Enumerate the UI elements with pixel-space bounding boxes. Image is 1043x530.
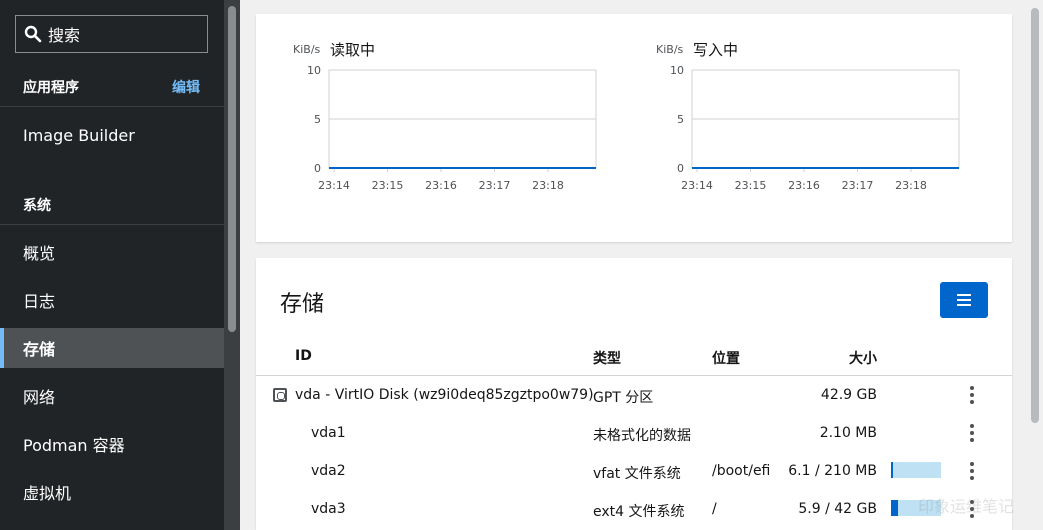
search-input[interactable]: 搜索 (15, 15, 208, 53)
sidebar-scrollbar[interactable] (224, 0, 240, 530)
section-apps-label: 应用程序 (23, 80, 79, 96)
sidebar: 搜索 应用程序 编辑 Image Builder 系统 概览 日志 存储 网络 … (0, 0, 224, 530)
x-tick-label: 23:18 (532, 179, 564, 192)
x-tick-label: 23:16 (788, 179, 820, 192)
data-point (333, 167, 335, 169)
data-point (493, 167, 496, 169)
x-tick-label: 23:15 (735, 179, 767, 192)
row-actions-kebab-icon[interactable] (969, 424, 975, 442)
sidebar-item-image-builder[interactable]: Image Builder (0, 115, 224, 155)
section-system-label: 系统 (23, 198, 51, 214)
io-charts-card: KiB/s 读取中 0 5 10 23:14 23:15 23:16 23:17 23:18 … (256, 14, 1012, 242)
sidebar-item-label: Image Builder (23, 125, 135, 145)
data-point (856, 167, 859, 169)
sidebar-item-podman[interactable]: Podman 容器 (0, 424, 224, 464)
sidebar-scrollbar-thumb[interactable] (228, 6, 236, 332)
menu-icon (957, 294, 971, 306)
section-apps: 应用程序 编辑 (0, 67, 224, 107)
read-chart: 0 5 10 23:14 23:15 23:16 23:17 23:18 (307, 64, 597, 192)
usage-bar-fill (891, 500, 898, 516)
storage-card: 存储 ID 类型 位置 大小 vda - VirtIO Disk (wz9i0d… (256, 258, 1012, 530)
row-id[interactable]: vda1 (311, 425, 346, 441)
storage-menu-button[interactable] (940, 282, 988, 318)
x-tick-label: 23:17 (479, 179, 511, 192)
y-tick-label: 0 (314, 162, 321, 175)
x-tick-label: 23:15 (372, 179, 404, 192)
column-header-type[interactable]: 类型 (593, 348, 621, 368)
row-id[interactable]: vda2 (311, 463, 346, 479)
row-id[interactable]: vda3 (311, 501, 346, 517)
row-size: 5.9 / 42 GB (798, 501, 877, 517)
data-point (386, 167, 389, 169)
y-tick-label: 0 (677, 162, 684, 175)
y-tick-label: 5 (677, 113, 684, 126)
y-tick-label: 10 (670, 64, 684, 77)
x-tick-label: 23:16 (425, 179, 457, 192)
edit-link[interactable]: 编辑 (172, 77, 224, 97)
column-header-size[interactable]: 大小 (849, 348, 877, 368)
column-header-id[interactable]: ID (295, 348, 312, 364)
storage-title: 存储 (280, 292, 325, 317)
write-chart: 0 5 10 23:14 23:15 23:16 23:17 23:18 (670, 64, 960, 192)
sidebar-item-label: 虚拟机 (23, 484, 72, 503)
x-tick-label: 23:14 (681, 179, 713, 192)
x-tick-label: 23:18 (895, 179, 927, 192)
watermark: 印象运维笔记 (918, 497, 1015, 516)
row-type: 未格式化的数据 (593, 428, 691, 444)
data-point (440, 167, 442, 169)
sidebar-item-label: Podman 容器 (23, 436, 125, 455)
usage-bar (891, 462, 941, 478)
row-size: 42.9 GB (820, 387, 877, 403)
search-placeholder: 搜索 (48, 26, 81, 45)
y-tick-label: 10 (307, 64, 321, 77)
sidebar-item-label: 存储 (23, 340, 56, 359)
row-location: /boot/efi (712, 463, 771, 479)
row-type: vfat 文件系统 (593, 466, 681, 482)
main-scrollbar-thumb[interactable] (1031, 8, 1039, 423)
data-point (910, 167, 912, 169)
sidebar-item-label: 日志 (23, 292, 56, 311)
sidebar-item-logs[interactable]: 日志 (0, 280, 224, 320)
sidebar-item-overview[interactable]: 概览 (0, 232, 224, 272)
sidebar-item-networking[interactable]: 网络 (0, 376, 224, 416)
y-tick-label: 5 (314, 113, 321, 126)
data-point (696, 167, 698, 169)
row-size: 6.1 / 210 MB (788, 463, 877, 479)
x-tick-label: 23:14 (318, 179, 350, 192)
row-actions-kebab-icon[interactable] (969, 386, 975, 404)
sidebar-item-label: 网络 (23, 388, 56, 407)
section-system: 系统 (0, 185, 224, 225)
row-type: GPT 分区 (593, 390, 654, 406)
sidebar-item-label: 概览 (23, 244, 56, 263)
data-point (547, 167, 549, 169)
row-size: 2.10 MB (819, 425, 877, 441)
disk-icon (273, 388, 287, 402)
main-scrollbar[interactable] (1027, 0, 1043, 530)
sidebar-item-virtual-machines[interactable]: 虚拟机 (0, 472, 224, 512)
row-location: / (712, 501, 717, 517)
usage-bar-fill (891, 462, 893, 478)
divider (0, 106, 224, 107)
row-id[interactable]: vda - VirtIO Disk (wz9i0deq85zgztpo0w79) (295, 387, 594, 403)
header-divider (256, 375, 1012, 376)
column-header-location[interactable]: 位置 (712, 348, 740, 368)
data-point (803, 167, 805, 169)
search-icon (24, 25, 42, 43)
divider (0, 224, 224, 225)
sidebar-item-storage[interactable]: 存储 (0, 328, 224, 368)
row-type: ext4 文件系统 (593, 504, 685, 520)
row-actions-kebab-icon[interactable] (969, 462, 975, 480)
x-tick-label: 23:17 (842, 179, 874, 192)
data-point (749, 167, 752, 169)
